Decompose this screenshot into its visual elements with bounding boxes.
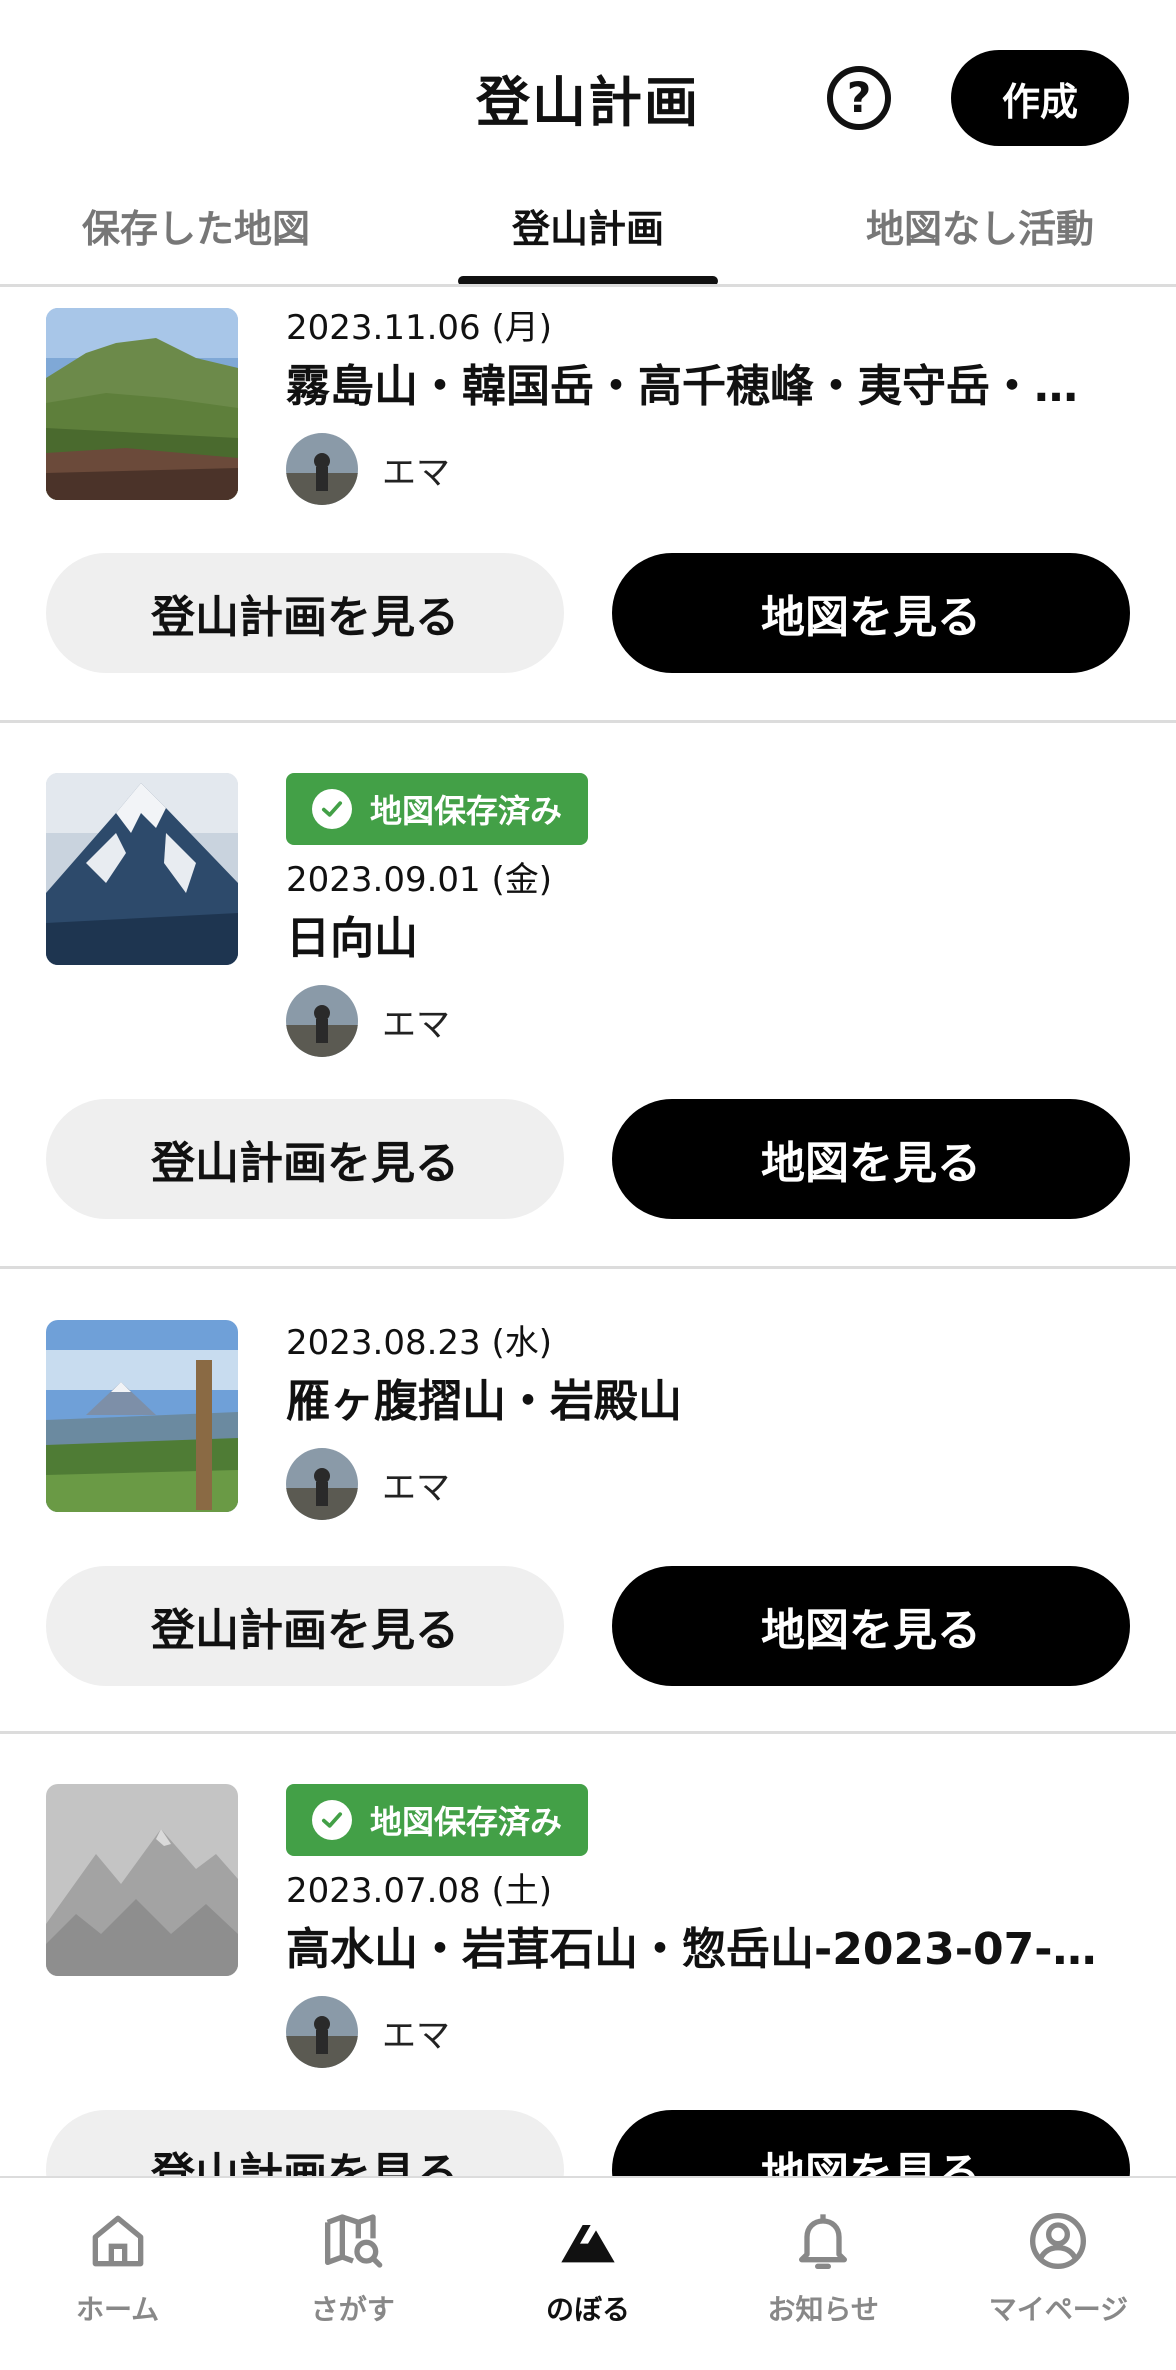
plan-thumbnail[interactable]	[46, 308, 238, 500]
home-icon	[83, 2206, 153, 2276]
plan-thumbnail[interactable]	[46, 1784, 238, 1976]
plan-card: 地図保存済み 2023.07.08 (土) 高水山・岩茸石山・惣岳山-2023-…	[0, 1734, 1176, 2177]
author-name: エマ	[382, 1004, 450, 1045]
user-icon	[1023, 2206, 1093, 2276]
plan-date: 2023.07.08 (土)	[286, 1871, 553, 1911]
plan-info: 2023.11.06 (月) 霧島山・韓国岳・高千穂峰・夷守岳・… エマ	[286, 305, 1126, 505]
view-map-button[interactable]: 地図を見る	[612, 1566, 1130, 1686]
help-button[interactable]: ?	[827, 66, 891, 130]
view-plan-button[interactable]: 登山計画を見る	[46, 2110, 564, 2177]
help-icon: ?	[846, 73, 872, 122]
plan-list[interactable]: 2023.11.06 (月) 霧島山・韓国岳・高千穂峰・夷守岳・… エマ 登山計…	[0, 287, 1176, 2177]
plan-date: 2023.08.23 (水)	[286, 1323, 553, 1363]
view-plan-button[interactable]: 登山計画を見る	[46, 1099, 564, 1219]
placeholder-mountain	[46, 1784, 238, 1976]
plan-actions: 登山計画を見る 地図を見る	[46, 553, 1130, 673]
nav-label: お知らせ	[767, 2293, 879, 2326]
climb-icon	[553, 2206, 623, 2276]
map-search-icon	[318, 2206, 388, 2276]
plan-actions: 登山計画を見る 地図を見る	[46, 1566, 1130, 1686]
nav-climb[interactable]: のぼる	[470, 2178, 705, 2370]
plan-title[interactable]: 日向山	[286, 907, 1126, 971]
check-icon	[312, 789, 352, 829]
author-name: エマ	[382, 452, 450, 493]
plan-author[interactable]: エマ	[286, 985, 1126, 1057]
plan-actions: 登山計画を見る 地図を見る	[46, 2110, 1130, 2177]
avatar	[286, 1448, 358, 1520]
create-button[interactable]: 作成	[951, 50, 1129, 146]
view-plan-button[interactable]: 登山計画を見る	[46, 553, 564, 673]
badge-label: 地図保存済み	[370, 1803, 563, 1841]
nav-label: さがす	[310, 2293, 395, 2326]
plan-title[interactable]: 雁ヶ腹摺山・岩殿山	[286, 1370, 1126, 1434]
nav-label: のぼる	[546, 2293, 631, 2326]
plan-thumbnail[interactable]	[46, 1320, 238, 1512]
plan-author[interactable]: エマ	[286, 1996, 1126, 2068]
fuji-view-photo	[46, 1320, 238, 1512]
map-saved-badge: 地図保存済み	[286, 1784, 589, 1856]
bell-icon	[788, 2206, 858, 2276]
nav-search[interactable]: さがす	[235, 2178, 470, 2370]
view-plan-button[interactable]: 登山計画を見る	[46, 1566, 564, 1686]
bottom-nav: ホーム さがす のぼる お知らせ マイページ	[0, 2176, 1176, 2370]
plan-date: 2023.09.01 (金)	[286, 860, 553, 900]
avatar	[286, 985, 358, 1057]
plan-author[interactable]: エマ	[286, 1448, 1126, 1520]
plan-title[interactable]: 霧島山・韓国岳・高千穂峰・夷守岳・…	[286, 355, 1126, 419]
plan-date: 2023.11.06 (月)	[286, 308, 553, 348]
snowy-peak-photo	[46, 773, 238, 965]
plan-thumbnail[interactable]	[46, 773, 238, 965]
tab-climbing-plans[interactable]: 登山計画	[392, 190, 784, 286]
map-saved-badge: 地図保存済み	[286, 773, 589, 845]
avatar	[286, 433, 358, 505]
plan-info: 地図保存済み 2023.09.01 (金) 日向山 エマ	[286, 773, 1126, 1057]
divider	[0, 1266, 1176, 1269]
header: 登山計画 ? 作成	[0, 0, 1176, 190]
author-name: エマ	[382, 2015, 450, 2056]
badge-label: 地図保存済み	[370, 792, 563, 830]
nav-label: ホーム	[76, 2293, 160, 2326]
plan-author[interactable]: エマ	[286, 433, 1126, 505]
nav-label: マイページ	[988, 2293, 1129, 2326]
nav-mypage[interactable]: マイページ	[941, 2178, 1176, 2370]
plan-title[interactable]: 高水山・岩茸石山・惣岳山-2023-07-…	[286, 1918, 1126, 1982]
plan-card: 地図保存済み 2023.09.01 (金) 日向山 エマ 登山計画を見る 地図を…	[0, 723, 1176, 1270]
nav-notifications[interactable]: お知らせ	[706, 2178, 941, 2370]
view-map-button[interactable]: 地図を見る	[612, 1099, 1130, 1219]
avatar	[286, 1996, 358, 2068]
view-map-button[interactable]: 地図を見る	[612, 553, 1130, 673]
check-icon	[312, 1800, 352, 1840]
plan-card: 2023.11.06 (月) 霧島山・韓国岳・高千穂峰・夷守岳・… エマ 登山計…	[0, 287, 1176, 723]
plan-card: 2023.08.23 (水) 雁ヶ腹摺山・岩殿山 エマ 登山計画を見る 地図を見…	[0, 1270, 1176, 1734]
nav-home[interactable]: ホーム	[0, 2178, 235, 2370]
view-map-button[interactable]: 地図を見る	[612, 2110, 1130, 2177]
volcano-photo	[46, 308, 238, 500]
plan-info: 2023.08.23 (水) 雁ヶ腹摺山・岩殿山 エマ	[286, 1320, 1126, 1520]
plan-actions: 登山計画を見る 地図を見る	[46, 1099, 1130, 1219]
tab-activities-without-map[interactable]: 地図なし活動	[784, 190, 1176, 286]
tab-saved-maps[interactable]: 保存した地図	[0, 190, 392, 286]
author-name: エマ	[382, 1467, 450, 1508]
plan-info: 地図保存済み 2023.07.08 (土) 高水山・岩茸石山・惣岳山-2023-…	[286, 1784, 1126, 2068]
tab-bar: 保存した地図 登山計画 地図なし活動	[0, 190, 1176, 286]
